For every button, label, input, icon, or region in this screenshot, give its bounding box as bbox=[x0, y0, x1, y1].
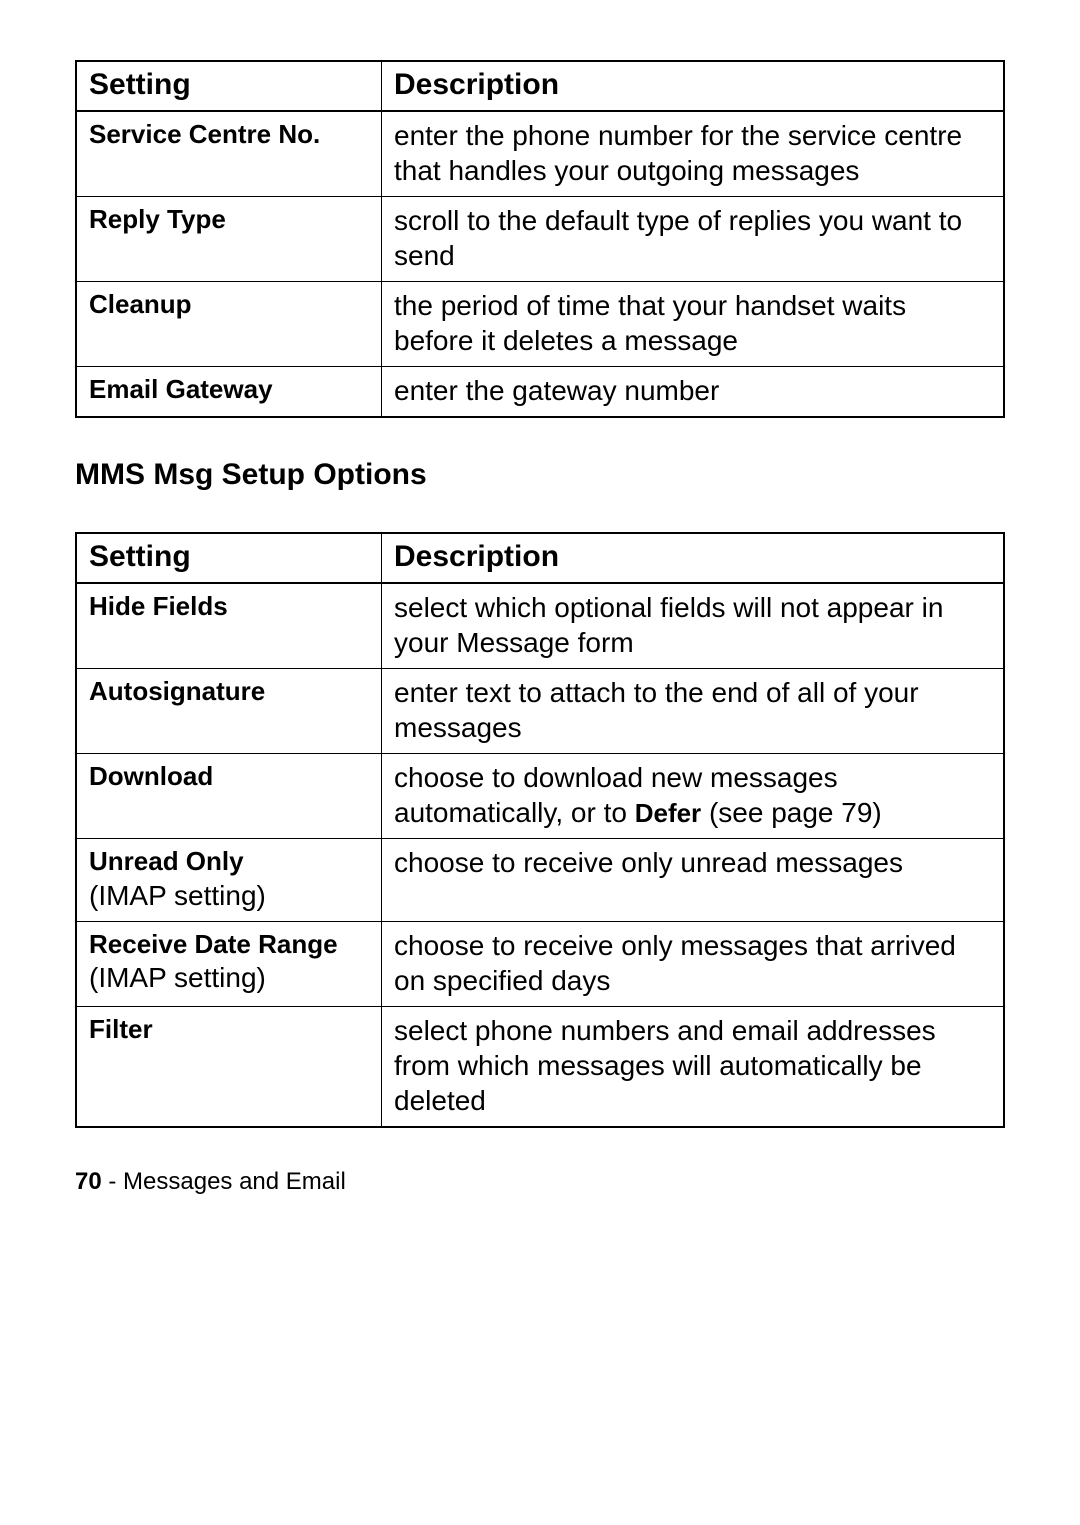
setting-sub: (IMAP setting) bbox=[89, 962, 266, 993]
setting-name: Filter bbox=[89, 1013, 369, 1046]
col-header-setting: Setting bbox=[76, 533, 382, 583]
table-row: Email Gateway enter the gateway number bbox=[76, 367, 1004, 418]
setting-description: enter the phone number for the service c… bbox=[382, 111, 1005, 197]
footer-section: Messages and Email bbox=[123, 1168, 346, 1195]
col-header-setting: Setting bbox=[76, 61, 382, 111]
setting-sub: (IMAP setting) bbox=[89, 880, 266, 911]
table-row: Hide Fields select which optional fields… bbox=[76, 583, 1004, 669]
table-row: Autosignature enter text to attach to th… bbox=[76, 669, 1004, 754]
setting-name: Download bbox=[89, 760, 369, 793]
setting-name: Unread Only bbox=[89, 845, 369, 878]
table-row: Download choose to download new messages… bbox=[76, 754, 1004, 839]
section-heading: MMS Msg Setup Options bbox=[75, 458, 1005, 492]
setting-description: the period of time that your handset wai… bbox=[382, 282, 1005, 367]
setting-description: choose to receive only messages that arr… bbox=[382, 921, 1005, 1006]
table-row: Unread Only (IMAP setting) choose to rec… bbox=[76, 839, 1004, 922]
table-row: Reply Type scroll to the default type of… bbox=[76, 197, 1004, 282]
footer-sep: - bbox=[102, 1168, 123, 1195]
setting-description: scroll to the default type of replies yo… bbox=[382, 197, 1005, 282]
table-row: Service Centre No. enter the phone numbe… bbox=[76, 111, 1004, 197]
setting-name: Reply Type bbox=[89, 203, 369, 236]
setting-name: Autosignature bbox=[89, 675, 369, 708]
setting-description: select phone numbers and email addresses… bbox=[382, 1006, 1005, 1127]
table-row: Cleanup the period of time that your han… bbox=[76, 282, 1004, 367]
setting-description: select which optional fields will not ap… bbox=[382, 583, 1005, 669]
setting-name: Email Gateway bbox=[89, 373, 369, 406]
col-header-description: Description bbox=[382, 533, 1005, 583]
col-header-description: Description bbox=[382, 61, 1005, 111]
setting-name: Service Centre No. bbox=[89, 118, 369, 151]
page-number: 70 bbox=[75, 1168, 102, 1195]
setting-description: enter text to attach to the end of all o… bbox=[382, 669, 1005, 754]
setting-description: choose to download new messages automati… bbox=[382, 754, 1005, 839]
settings-table-2: Setting Description Hide Fields select w… bbox=[75, 532, 1005, 1128]
table-row: Filter select phone numbers and email ad… bbox=[76, 1006, 1004, 1127]
setting-name: Receive Date Range bbox=[89, 928, 369, 961]
settings-table-1: Setting Description Service Centre No. e… bbox=[75, 60, 1005, 418]
setting-description: enter the gateway number bbox=[382, 367, 1005, 418]
setting-name: Cleanup bbox=[89, 288, 369, 321]
setting-name: Hide Fields bbox=[89, 590, 369, 623]
page-footer: 70 - Messages and Email bbox=[75, 1168, 1005, 1196]
setting-description: choose to receive only unread messages bbox=[382, 839, 1005, 922]
table-row: Receive Date Range (IMAP setting) choose… bbox=[76, 921, 1004, 1006]
